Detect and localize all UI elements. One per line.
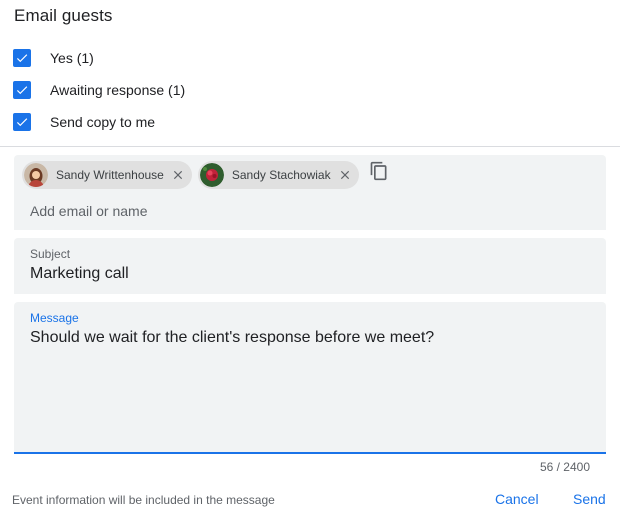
checkmark-icon <box>16 118 28 127</box>
awaiting-checkbox[interactable] <box>13 81 31 99</box>
awaiting-label: Awaiting response (1) <box>50 82 186 98</box>
chip-name: Sandy Stachowiak <box>231 168 331 182</box>
remove-chip-icon[interactable] <box>169 166 187 184</box>
yes-label: Yes (1) <box>50 50 94 66</box>
recipient-chip[interactable]: Sandy Stachowiak <box>197 161 359 189</box>
checkmark-icon <box>16 54 28 63</box>
recipients-field[interactable]: Sandy Writtenhouse Sandy Stachowiak <box>14 155 606 230</box>
cancel-button[interactable]: Cancel <box>495 491 539 507</box>
chip-name: Sandy Writtenhouse <box>56 168 164 182</box>
subject-field[interactable]: Subject Marketing call <box>14 238 606 294</box>
filter-send-copy-row[interactable]: Send copy to me <box>13 112 155 132</box>
checkmark-icon <box>16 86 28 95</box>
remove-chip-icon[interactable] <box>336 166 354 184</box>
email-guests-dialog: Email guests Yes (1) Awaiting response (… <box>0 0 620 520</box>
add-recipient-input[interactable] <box>30 203 590 219</box>
recipient-chips: Sandy Writtenhouse Sandy Stachowiak <box>22 161 391 189</box>
message-label: Message <box>30 311 79 325</box>
message-field[interactable]: Message Should we wait for the client's … <box>14 302 606 454</box>
subject-label: Subject <box>30 247 71 261</box>
woman-avatar-icon <box>24 163 48 187</box>
recipient-chip[interactable]: Sandy Writtenhouse <box>22 161 192 189</box>
message-value[interactable]: Should we wait for the client's response… <box>30 329 434 347</box>
character-counter: 56 / 2400 <box>539 460 590 474</box>
send-copy-label: Send copy to me <box>50 114 156 130</box>
divider <box>0 146 620 147</box>
filter-yes-row[interactable]: Yes (1) <box>13 48 94 68</box>
filter-awaiting-row[interactable]: Awaiting response (1) <box>13 80 185 100</box>
flower-avatar-icon <box>199 163 224 187</box>
send-button[interactable]: Send <box>573 491 606 507</box>
dialog-title: Email guests <box>14 6 113 25</box>
send-copy-checkbox[interactable] <box>13 113 31 131</box>
copy-icon[interactable] <box>367 159 391 183</box>
footer-note: Event information will be included in th… <box>12 493 275 507</box>
yes-checkbox[interactable] <box>13 49 31 67</box>
subject-value[interactable]: Marketing call <box>30 265 129 283</box>
